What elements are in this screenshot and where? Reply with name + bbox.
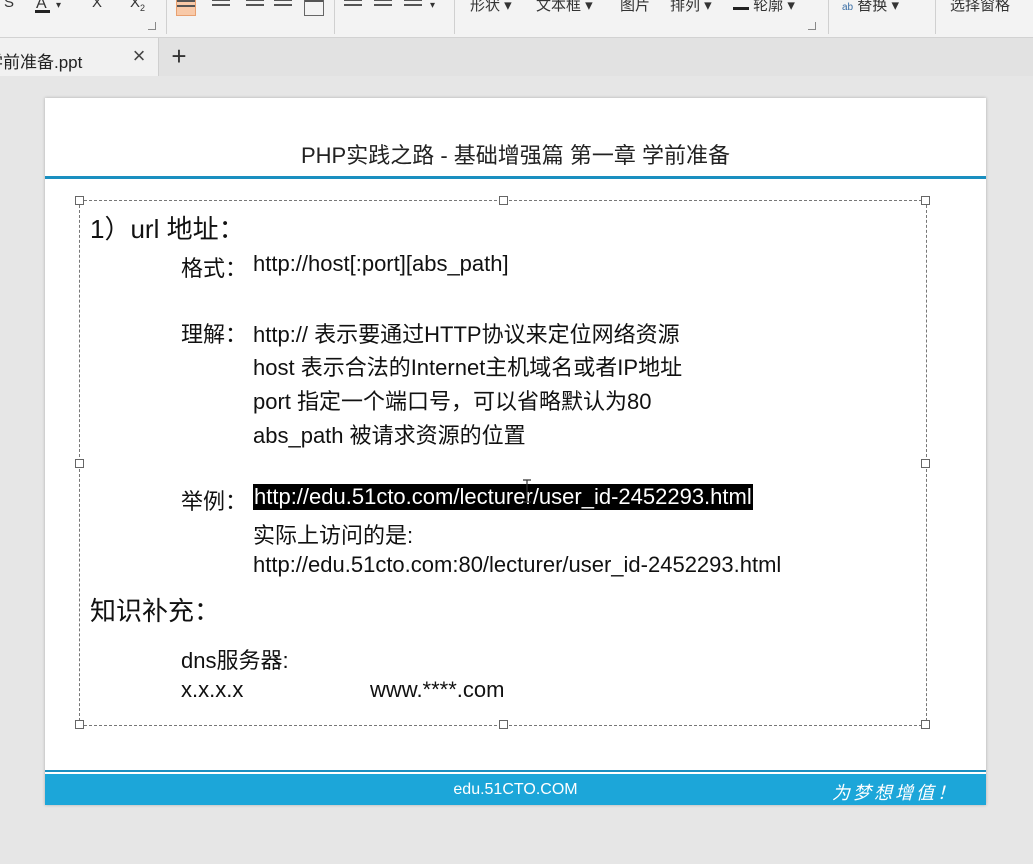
font-color-dropdown-icon[interactable]: ▾ (56, 0, 61, 11)
justify-button[interactable] (274, 0, 292, 14)
format-value: http://host[:port][abs_path] (253, 251, 509, 276)
replace-icon: ab (842, 2, 854, 13)
picture-menu-button[interactable]: 图片 (620, 0, 650, 15)
understand-line: abs_path 被请求资源的位置 (253, 423, 526, 448)
dns-label: dns服务器: (181, 648, 289, 673)
new-tab-icon[interactable]: + (166, 41, 192, 71)
selection-pane-button[interactable]: 选择窗格 (950, 0, 1010, 15)
line-spacing-button[interactable] (344, 0, 362, 14)
slide-title[interactable]: PHP实践之路 - 基础增强篇 第一章 学前准备 (45, 138, 986, 170)
actual-label: 实际上访问的是: (253, 523, 414, 548)
dns-domain: www.****.com (370, 677, 505, 702)
resize-handle-left[interactable] (75, 459, 84, 468)
example-url-selected[interactable]: http://edu.51cto.com/lecturer/user_id-24… (253, 484, 753, 510)
document-tab-title: 学前准备.ppt (0, 53, 83, 72)
footer-divider (45, 770, 986, 772)
shape-menu-button[interactable]: 形状 ▾ (470, 0, 512, 15)
title-divider (45, 176, 986, 179)
close-icon[interactable]: × (128, 43, 150, 69)
outline-menu-button[interactable]: 轮廓 ▾ (733, 0, 795, 15)
resize-handle-bottom[interactable] (499, 720, 508, 729)
arrange-menu-button[interactable]: 排列 ▾ (670, 0, 712, 15)
example-label: 举例： (181, 489, 248, 514)
divider (828, 0, 829, 34)
format-label: 格式： (181, 256, 248, 281)
font-dialog-launcher-icon[interactable] (148, 22, 156, 30)
superscript-button[interactable]: X (92, 0, 102, 11)
understand-line: host 表示合法的Internet主机域名或者IP地址 (253, 355, 683, 380)
heading-url: 1）url 地址： (90, 214, 245, 244)
dns-ip: x.x.x.x (181, 677, 244, 702)
understand-line: http:// 表示要通过HTTP协议来定位网络资源 (253, 322, 680, 347)
font-color-icon[interactable]: A (34, 0, 52, 14)
resize-handle-top-right[interactable] (921, 196, 930, 205)
resize-handle-top[interactable] (499, 196, 508, 205)
slide-footer: edu.51CTO.COM 为梦想增值！ (45, 774, 986, 805)
understand-line: port 指定一个端口号，可以省略默认为80 (253, 389, 652, 414)
distributed-align-button[interactable] (304, 0, 324, 16)
slide-canvas[interactable]: PHP实践之路 - 基础增强篇 第一章 学前准备 1）url 地址： 格式： h… (45, 98, 986, 805)
document-tab[interactable]: 学前准备.ppt × (0, 38, 159, 76)
resize-handle-right[interactable] (921, 459, 930, 468)
heading-knowledge: 知识补充： (90, 596, 221, 626)
outline-icon (733, 0, 749, 10)
align-left-button[interactable] (176, 0, 196, 16)
resize-handle-bottom-right[interactable] (921, 720, 930, 729)
bullets-button[interactable] (404, 0, 422, 14)
bullets-dropdown-icon[interactable]: ▾ (430, 0, 435, 11)
align-center-button[interactable] (212, 0, 230, 14)
divider (935, 0, 936, 34)
drawing-dialog-launcher-icon[interactable] (808, 22, 816, 30)
replace-button[interactable]: ab 替换 ▾ (842, 0, 899, 15)
text-cursor-icon (522, 479, 532, 503)
footer-slogan: 为梦想增值！ (832, 783, 958, 804)
divider (334, 0, 335, 34)
divider (454, 0, 455, 34)
divider (166, 0, 167, 34)
actual-url: http://edu.51cto.com:80/lecturer/user_id… (253, 552, 782, 577)
subscript-button[interactable]: X2 (130, 0, 145, 13)
ribbon-toolbar: S A ▾ X X2 ▾ 形状 ▾ 文本框 ▾ 图片 排列 ▾ 轮廓 ▾ ab … (0, 0, 1033, 38)
resize-handle-top-left[interactable] (75, 196, 84, 205)
content-textbox[interactable]: 1）url 地址： 格式： http://host[:port][abs_pat… (75, 196, 930, 729)
understand-label: 理解： (181, 322, 248, 347)
document-tab-bar: 学前准备.ppt × + (0, 38, 1033, 76)
textbox-menu-button[interactable]: 文本框 ▾ (536, 0, 593, 15)
align-right-button[interactable] (246, 0, 264, 14)
strikethrough-button[interactable]: S (4, 0, 14, 11)
resize-handle-bottom-left[interactable] (75, 720, 84, 729)
paragraph-spacing-button[interactable] (374, 0, 392, 14)
